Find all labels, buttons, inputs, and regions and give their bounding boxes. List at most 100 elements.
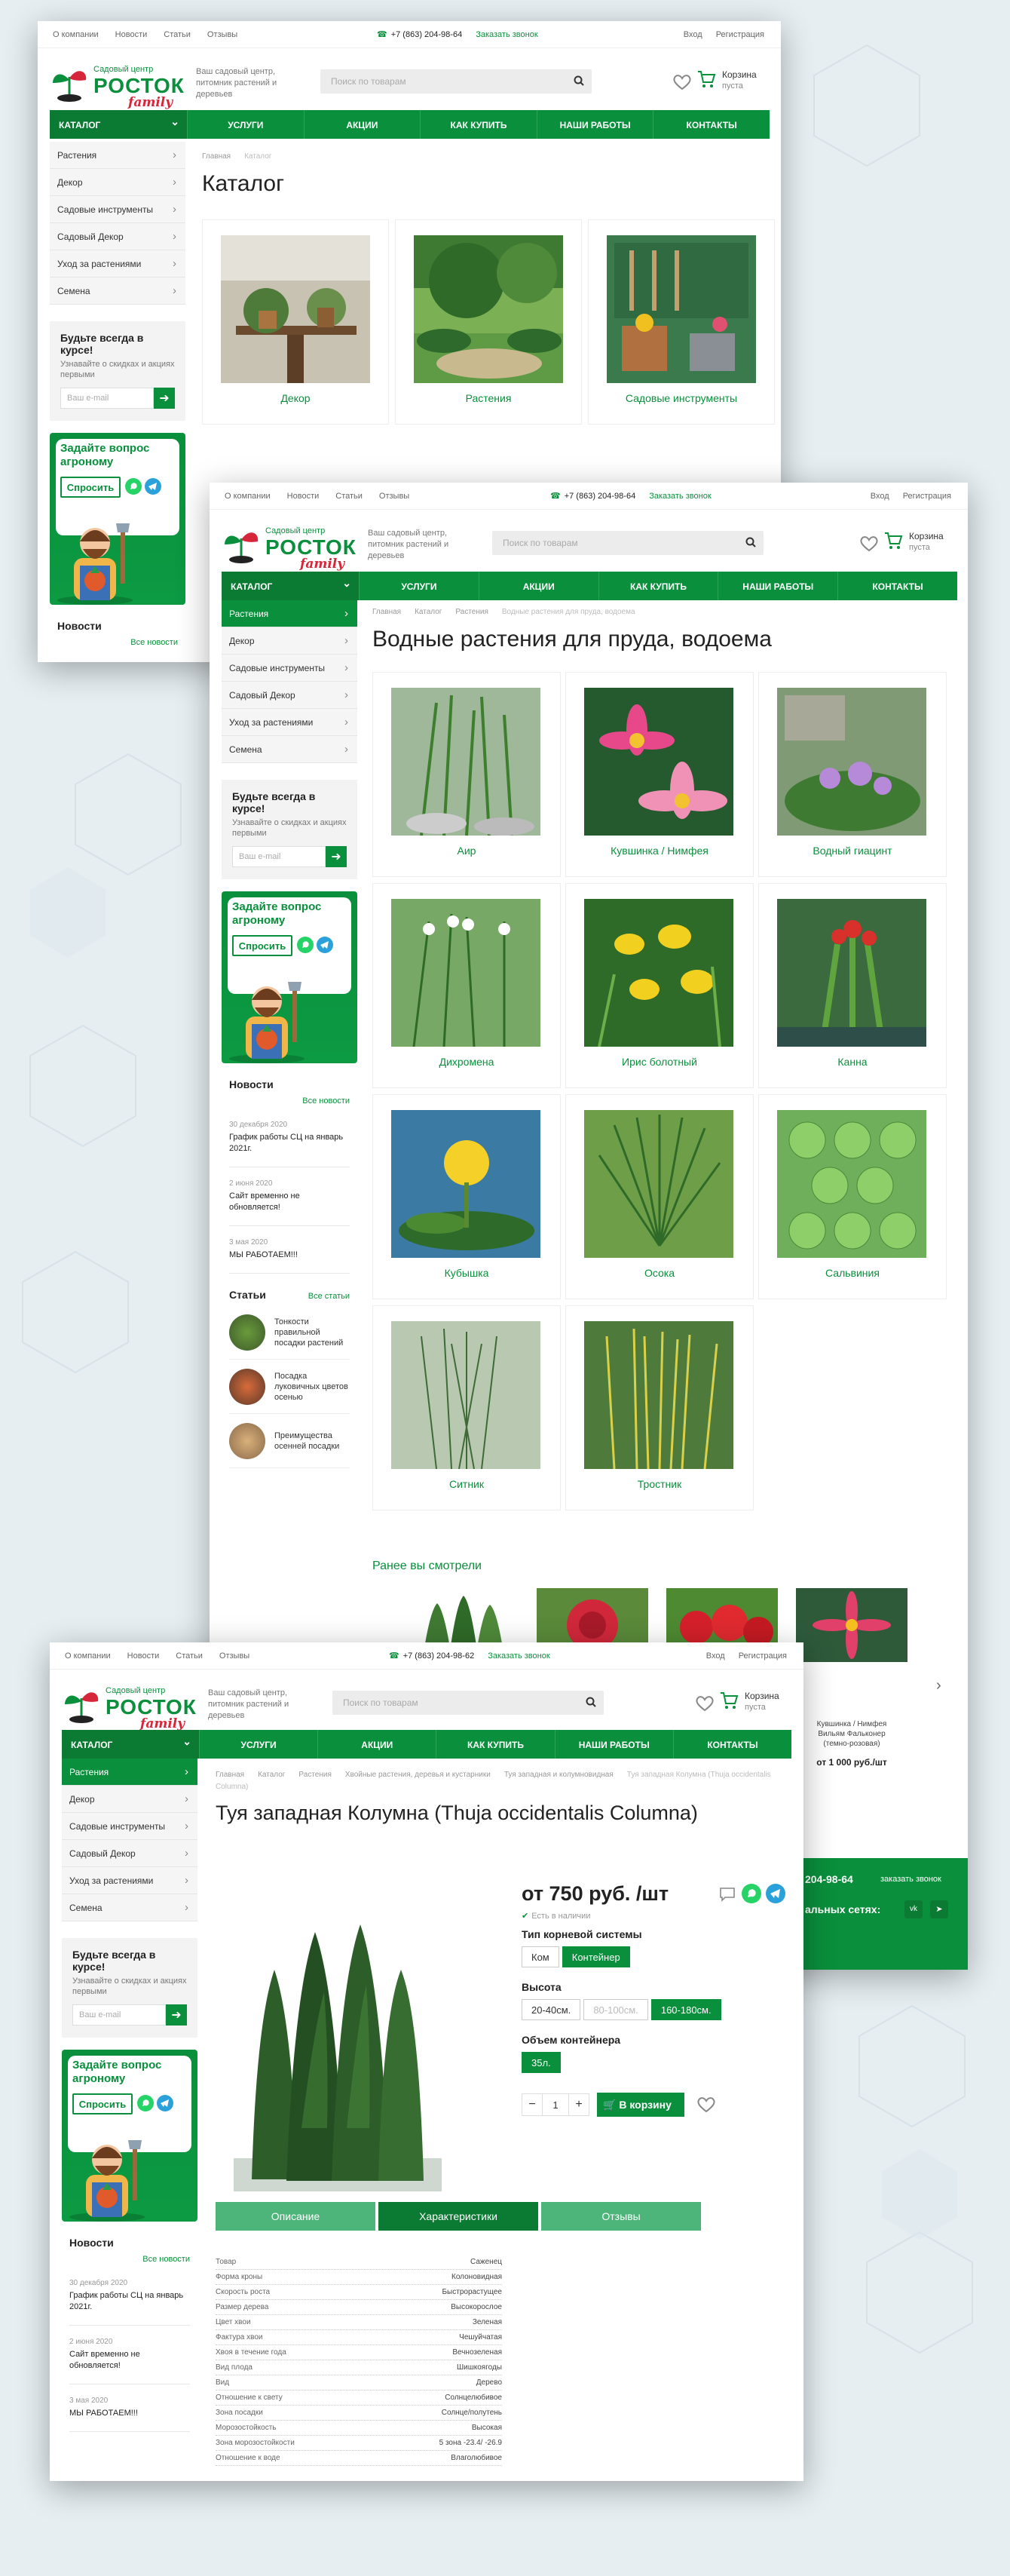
call-link[interactable]: Заказать звонок xyxy=(649,492,711,501)
tab-description[interactable]: Описание xyxy=(216,2202,375,2231)
tab-reviews[interactable]: Отзывы xyxy=(541,2202,701,2231)
phone[interactable]: +7 (863) 204-98-64 xyxy=(550,492,635,501)
chat-icon[interactable] xyxy=(719,1887,736,1902)
product-card[interactable]: Водный гиацинт xyxy=(758,672,947,877)
logo[interactable]: Садовый центр РОСТОК family xyxy=(62,1686,196,1731)
login-link[interactable]: Вход xyxy=(684,30,702,39)
email-field[interactable]: Ваш e-mail xyxy=(72,2004,166,2026)
crumb[interactable]: Главная xyxy=(372,608,401,616)
ask-button[interactable]: Спросить xyxy=(72,2093,133,2114)
whatsapp-icon[interactable] xyxy=(125,478,142,495)
crumb[interactable]: Главная xyxy=(202,152,231,161)
nav-how-to-buy[interactable]: КАК КУПИТЬ xyxy=(436,1730,554,1759)
ask-button[interactable]: Спросить xyxy=(60,477,121,498)
ask-button[interactable]: Спросить xyxy=(232,935,292,956)
nav-sales[interactable]: АКЦИИ xyxy=(317,1730,436,1759)
telegram-icon[interactable] xyxy=(317,937,333,953)
crumb[interactable]: Каталог xyxy=(415,608,442,616)
product-card[interactable]: Тростник xyxy=(565,1305,754,1510)
link-articles[interactable]: Статьи xyxy=(176,1651,203,1661)
recent-item-title[interactable]: Кувшинка / Нимфея Вильям Фальконер (темн… xyxy=(805,1719,898,1749)
menu-plant-care[interactable]: Уход за растениями xyxy=(222,709,357,736)
nav-how-to-buy[interactable]: КАК КУПИТЬ xyxy=(420,110,537,139)
menu-garden-tools[interactable]: Садовые инструменты xyxy=(62,1813,197,1840)
add-to-cart-button[interactable]: 🛒 В корзину xyxy=(597,2093,684,2117)
login-link[interactable]: Вход xyxy=(706,1651,725,1661)
vk-icon[interactable]: vk xyxy=(904,1900,923,1918)
link-reviews[interactable]: Отзывы xyxy=(219,1651,249,1661)
search-input[interactable]: Поиск по товарам xyxy=(492,531,764,555)
nav-how-to-buy[interactable]: КАК КУПИТЬ xyxy=(598,572,718,600)
option-height-mid[interactable]: 80-100см. xyxy=(583,1999,648,2020)
menu-plant-care[interactable]: Уход за растениями xyxy=(50,250,185,278)
menu-garden-tools[interactable]: Садовые инструменты xyxy=(50,196,185,223)
menu-plant-care[interactable]: Уход за растениями xyxy=(62,1867,197,1894)
whatsapp-icon[interactable] xyxy=(742,1884,761,1903)
link-reviews[interactable]: Отзывы xyxy=(379,492,409,501)
nav-our-works[interactable]: НАШИ РАБОТЫ xyxy=(718,572,837,600)
crumb[interactable]: Растения xyxy=(298,1771,331,1779)
subscribe-arrow-button[interactable]: ➜ xyxy=(154,388,175,409)
crumb[interactable]: Хвойные растения, деревья и кустарники xyxy=(345,1771,491,1779)
subscribe-arrow-button[interactable]: ➜ xyxy=(326,846,347,867)
email-field[interactable]: Ваш e-mail xyxy=(232,846,326,867)
nav-catalog[interactable]: КАТАЛОГ xyxy=(50,110,187,139)
product-card[interactable]: Канна xyxy=(758,883,947,1088)
menu-garden-tools[interactable]: Садовые инструменты xyxy=(222,655,357,682)
menu-seeds[interactable]: Семена xyxy=(50,278,185,305)
phone[interactable]: +7 (863) 204-98-62 xyxy=(389,1651,474,1661)
link-reviews[interactable]: Отзывы xyxy=(207,30,237,39)
carousel-next-icon[interactable]: › xyxy=(936,1677,941,1694)
all-news-link[interactable]: Все новости xyxy=(302,1096,350,1106)
product-card[interactable]: Осока xyxy=(565,1094,754,1299)
menu-seeds[interactable]: Семена xyxy=(62,1894,197,1921)
whatsapp-icon[interactable] xyxy=(297,937,314,953)
nav-catalog[interactable]: КАТАЛОГ xyxy=(222,572,359,600)
crumb[interactable]: Туя западная и колумновидная xyxy=(504,1771,614,1779)
search-icon[interactable] xyxy=(586,1697,596,1707)
nav-contacts[interactable]: КОНТАКТЫ xyxy=(837,572,957,600)
qty-value[interactable]: 1 xyxy=(543,2093,568,2116)
telegram-icon[interactable]: ➤ xyxy=(930,1900,948,1918)
nav-sales[interactable]: АКЦИИ xyxy=(303,110,421,139)
nav-contacts[interactable]: КОНТАКТЫ xyxy=(653,110,770,139)
register-link[interactable]: Регистрация xyxy=(739,1651,787,1661)
menu-garden-decor[interactable]: Садовый Декор xyxy=(50,223,185,250)
option-container[interactable]: Контейнер xyxy=(562,1946,630,1967)
subscribe-arrow-button[interactable]: ➜ xyxy=(166,2004,187,2026)
call-link[interactable]: Заказать звонок xyxy=(476,30,537,39)
favorites-heart-icon[interactable] xyxy=(696,2096,716,2113)
menu-garden-decor[interactable]: Садовый Декор xyxy=(62,1840,197,1867)
product-card[interactable]: Аир xyxy=(372,672,561,877)
link-articles[interactable]: Статьи xyxy=(335,492,363,501)
article-item[interactable]: Преимущества осенней посадки xyxy=(229,1414,350,1468)
crumb[interactable]: Главная xyxy=(216,1771,244,1779)
qty-plus-button[interactable]: + xyxy=(568,2093,589,2116)
tab-characteristics[interactable]: Характеристики xyxy=(378,2202,538,2231)
qty-minus-button[interactable]: − xyxy=(522,2093,543,2116)
menu-seeds[interactable]: Семена xyxy=(222,736,357,763)
link-news[interactable]: Новости xyxy=(287,492,320,501)
search-icon[interactable] xyxy=(745,537,756,547)
all-news-link[interactable]: Все новости xyxy=(142,2255,190,2264)
option-ball[interactable]: Ком xyxy=(522,1946,559,1967)
logo[interactable]: Садовый центр РОСТОК family xyxy=(50,65,184,110)
news-item[interactable]: 3 мая 2020 МЫ РАБОТАЕМ!!! xyxy=(69,2384,190,2432)
phone[interactable]: +7 (863) 204-98-64 xyxy=(377,30,462,39)
logo[interactable]: Садовый центр РОСТОК family xyxy=(222,526,356,572)
product-card[interactable]: Ирис болотный xyxy=(565,883,754,1088)
product-card[interactable]: Кубышка xyxy=(372,1094,561,1299)
product-card[interactable]: Кувшинка / Нимфея xyxy=(565,672,754,877)
register-link[interactable]: Регистрация xyxy=(903,492,951,501)
favorites-heart-icon[interactable] xyxy=(859,535,879,552)
search-icon[interactable] xyxy=(574,75,584,86)
article-item[interactable]: Посадка луковичных цветов осенью xyxy=(229,1360,350,1414)
link-news[interactable]: Новости xyxy=(127,1651,160,1661)
menu-plants[interactable]: Растения xyxy=(50,142,185,169)
news-item[interactable]: 3 мая 2020 МЫ РАБОТАЕМ!!! xyxy=(229,1226,350,1274)
crumb[interactable]: Растения xyxy=(455,608,488,616)
product-card[interactable]: Ситник xyxy=(372,1305,561,1510)
category-card[interactable]: Садовые инструменты xyxy=(588,219,775,425)
favorites-heart-icon[interactable] xyxy=(672,74,692,90)
option-height-large[interactable]: 160-180см. xyxy=(650,1999,721,2020)
